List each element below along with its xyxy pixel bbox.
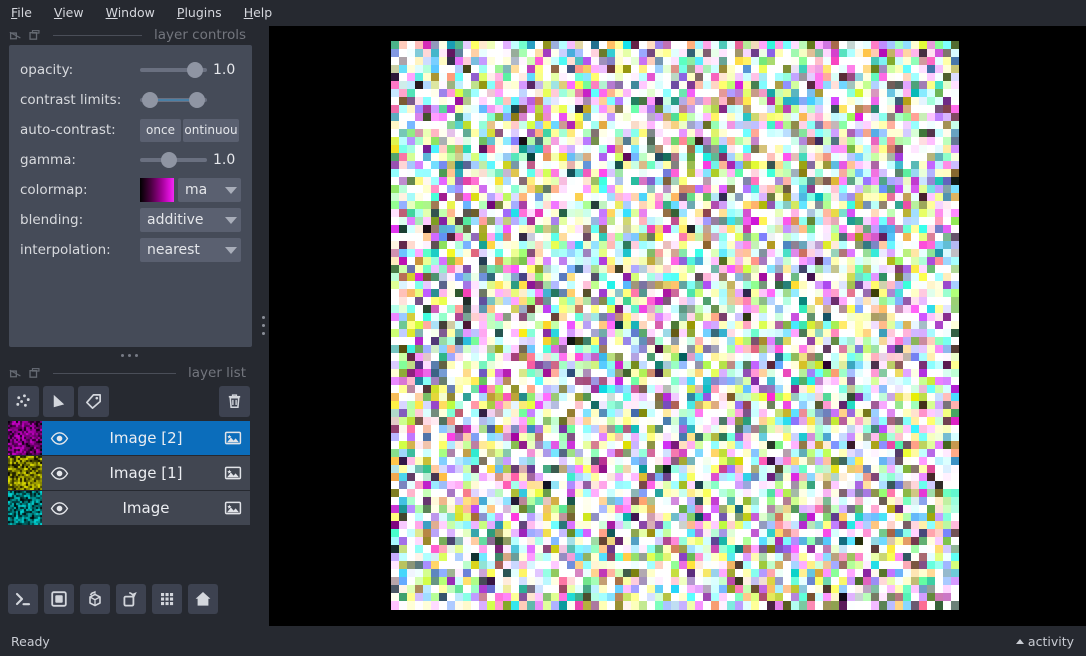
blending-row: blending: additive bbox=[20, 205, 241, 235]
new-points-button[interactable] bbox=[8, 385, 39, 417]
layer-thumbnail bbox=[8, 421, 42, 455]
layer-thumbnail bbox=[8, 456, 42, 490]
interpolation-combobox[interactable]: nearest bbox=[140, 238, 241, 262]
visibility-toggle-icon[interactable] bbox=[42, 429, 76, 448]
new-shapes-button[interactable] bbox=[43, 385, 74, 417]
horizontal-splitter[interactable] bbox=[0, 347, 258, 363]
menu-label-rest: lugins bbox=[184, 5, 222, 20]
layer-row[interactable]: Image [1] bbox=[8, 456, 250, 490]
interpolation-row: interpolation: nearest bbox=[20, 235, 241, 265]
contrast-limits-row: contrast limits: bbox=[20, 85, 241, 115]
chevron-down-icon bbox=[225, 186, 237, 194]
status-bar: Ready activity bbox=[0, 626, 1086, 656]
layer-controls-title: layer controls bbox=[154, 27, 246, 43]
menu-plugins[interactable]: Plugins bbox=[177, 3, 234, 22]
console-button[interactable] bbox=[8, 584, 38, 614]
layer-rows-container: Image [2] Image [1] Image bbox=[8, 421, 250, 526]
activity-label: activity bbox=[1027, 633, 1074, 649]
menu-mnemonic: V bbox=[53, 5, 63, 20]
image-icon bbox=[216, 463, 250, 483]
status-message: Ready bbox=[11, 633, 50, 649]
layer-list-toolbar bbox=[8, 385, 250, 417]
menu-label-rest: iew bbox=[62, 5, 84, 20]
grid-view-button[interactable] bbox=[152, 584, 182, 614]
image-icon bbox=[216, 428, 250, 448]
colormap-swatch bbox=[140, 178, 174, 202]
menu-mnemonic: W bbox=[105, 5, 118, 20]
caret-up-icon bbox=[1015, 638, 1024, 644]
gamma-row: gamma: 1.0 bbox=[20, 145, 241, 175]
colormap-row: colormap: ma bbox=[20, 175, 241, 205]
interpolation-label: interpolation: bbox=[20, 242, 111, 258]
contrast-limits-slider[interactable] bbox=[140, 89, 207, 111]
delete-layer-button[interactable] bbox=[219, 385, 250, 417]
viewer-buttons-bar bbox=[8, 581, 258, 617]
colormap-value: ma bbox=[185, 182, 208, 198]
title-rule bbox=[53, 34, 142, 36]
gamma-slider[interactable] bbox=[140, 149, 207, 171]
new-labels-button[interactable] bbox=[78, 385, 109, 417]
undock-icon[interactable] bbox=[9, 29, 22, 42]
contrast-limits-label: contrast limits: bbox=[20, 92, 122, 108]
visibility-toggle-icon[interactable] bbox=[42, 499, 76, 518]
vertical-splitter[interactable] bbox=[258, 25, 269, 626]
menu-label-rest: elp bbox=[253, 5, 273, 20]
activity-toggle[interactable]: activity bbox=[1015, 633, 1074, 649]
chevron-down-icon bbox=[225, 246, 237, 254]
menu-bar: File View Window Plugins Help bbox=[0, 0, 1086, 25]
auto-contrast-once-button[interactable]: once bbox=[140, 118, 181, 142]
opacity-label: opacity: bbox=[20, 62, 74, 78]
gamma-value: 1.0 bbox=[213, 152, 236, 168]
menu-window[interactable]: Window bbox=[106, 3, 167, 22]
menu-help[interactable]: Help bbox=[244, 3, 285, 22]
chevron-down-icon bbox=[225, 216, 237, 224]
transpose-dims-button[interactable] bbox=[116, 584, 146, 614]
interpolation-value: nearest bbox=[147, 242, 200, 258]
napari-window: File View Window Plugins Help layer cont… bbox=[0, 0, 1086, 656]
ndisplay-toggle-button[interactable] bbox=[44, 584, 74, 614]
layer-thumbnail bbox=[8, 491, 42, 525]
auto-contrast-row: auto-contrast: once ontinuou bbox=[20, 115, 241, 145]
left-dock-column: layer controls opacity: 1.0 contrast lim… bbox=[0, 25, 258, 626]
visibility-toggle-icon[interactable] bbox=[42, 464, 76, 483]
gamma-label: gamma: bbox=[20, 152, 76, 168]
blending-label: blending: bbox=[20, 212, 84, 228]
undock-icon[interactable] bbox=[9, 367, 22, 380]
blending-value: additive bbox=[147, 212, 204, 228]
menu-label-rest: ile bbox=[17, 5, 32, 20]
layer-list-title-bar: layer list bbox=[0, 363, 258, 383]
layer-name: Image [2] bbox=[109, 429, 183, 447]
title-rule bbox=[53, 372, 176, 374]
layer-list-title: layer list bbox=[188, 365, 246, 381]
menu-view[interactable]: View bbox=[54, 3, 96, 22]
layer-name: Image bbox=[122, 499, 170, 517]
auto-contrast-label: auto-contrast: bbox=[20, 122, 116, 138]
reset-view-button[interactable] bbox=[188, 584, 218, 614]
additive-noise-image bbox=[391, 41, 959, 610]
layer-name: Image [1] bbox=[109, 464, 183, 482]
menu-label-rest: indow bbox=[117, 5, 155, 20]
menu-mnemonic: H bbox=[243, 5, 254, 20]
layer-row[interactable]: Image [2] bbox=[8, 421, 250, 455]
layer-row[interactable]: Image bbox=[8, 491, 250, 525]
opacity-slider[interactable] bbox=[140, 59, 207, 81]
roll-dims-button[interactable] bbox=[80, 584, 110, 614]
colormap-combobox[interactable]: ma bbox=[178, 178, 241, 202]
layer-controls-title-bar: layer controls bbox=[0, 25, 258, 45]
blending-combobox[interactable]: additive bbox=[140, 208, 241, 232]
auto-contrast-continuous-button[interactable]: ontinuou bbox=[183, 118, 239, 142]
close-icon[interactable] bbox=[28, 367, 41, 380]
menu-file[interactable]: File bbox=[11, 3, 44, 22]
viewer-canvas[interactable] bbox=[269, 26, 1086, 626]
opacity-row: opacity: 1.0 bbox=[20, 55, 241, 85]
image-icon bbox=[216, 498, 250, 518]
close-icon[interactable] bbox=[28, 29, 41, 42]
canvas-image-layers bbox=[391, 41, 959, 610]
layer-controls-panel: opacity: 1.0 contrast limits: auto-contr… bbox=[9, 45, 252, 347]
colormap-label: colormap: bbox=[20, 182, 88, 198]
opacity-value: 1.0 bbox=[213, 62, 236, 78]
